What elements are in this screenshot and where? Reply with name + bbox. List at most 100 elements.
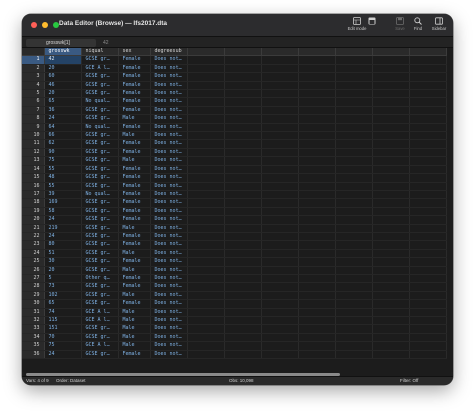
data-cell[interactable]: GCSE gr…: [81, 156, 119, 166]
data-cell[interactable]: Does not…: [150, 165, 188, 175]
table-row[interactable]: 27 5 Other q… Female Does not…: [22, 274, 447, 284]
row-number[interactable]: 23: [22, 240, 45, 250]
data-cell[interactable]: 48: [44, 173, 82, 183]
data-cell[interactable]: 20: [44, 64, 82, 74]
data-cell[interactable]: 24: [44, 215, 82, 225]
data-cell[interactable]: 36: [44, 106, 82, 116]
data-cell[interactable]: Female: [118, 274, 151, 284]
column-header[interactable]: grosswk: [44, 48, 82, 57]
data-cell[interactable]: 24: [44, 232, 82, 242]
row-number[interactable]: 3: [22, 72, 45, 82]
data-cell[interactable]: 24: [44, 114, 82, 124]
data-cell[interactable]: Female: [118, 55, 151, 65]
table-row[interactable]: 19 58 GCSE gr… Female Does not…: [22, 207, 447, 217]
table-row[interactable]: 22 24 GCSE gr… Female Does not…: [22, 232, 447, 242]
data-cell[interactable]: 90: [44, 148, 82, 158]
data-cell[interactable]: Does not…: [150, 282, 188, 292]
data-cell[interactable]: 74: [44, 308, 82, 318]
table-row[interactable]: 1 42 GCSE gr… Female Does not…: [22, 55, 447, 65]
row-number[interactable]: 24: [22, 249, 45, 259]
table-row[interactable]: 2 20 GCE A l… Female Does not…: [22, 64, 447, 74]
data-cell[interactable]: Does not…: [150, 123, 188, 133]
data-cell[interactable]: Female: [118, 350, 151, 360]
data-cell[interactable]: Female: [118, 139, 151, 149]
data-cell[interactable]: Does not…: [150, 81, 188, 91]
row-number[interactable]: 11: [22, 139, 45, 149]
table-row[interactable]: 10 66 GCSE gr… Male Does not…: [22, 131, 447, 141]
row-number[interactable]: 5: [22, 89, 45, 99]
data-cell[interactable]: GCSE gr…: [81, 114, 119, 124]
close-button[interactable]: [31, 22, 37, 28]
data-cell[interactable]: GCSE gr…: [81, 350, 119, 360]
data-cell[interactable]: Does not…: [150, 257, 188, 267]
data-cell[interactable]: Male: [118, 324, 151, 334]
table-row[interactable]: 11 62 GCSE gr… Female Does not…: [22, 139, 447, 149]
row-number[interactable]: 27: [22, 274, 45, 284]
data-cell[interactable]: 20: [44, 89, 82, 99]
data-cell[interactable]: Female: [118, 190, 151, 200]
row-number[interactable]: 32: [22, 316, 45, 326]
data-cell[interactable]: Female: [118, 257, 151, 267]
table-row[interactable]: 9 64 No qual… Female Does not…: [22, 123, 447, 133]
data-cell[interactable]: GCSE gr…: [81, 55, 119, 65]
data-cell[interactable]: 102: [44, 291, 82, 301]
data-cell[interactable]: Does not…: [150, 156, 188, 166]
data-cell[interactable]: Female: [118, 173, 151, 183]
data-cell[interactable]: GCSE gr…: [81, 249, 119, 259]
data-cell[interactable]: Male: [118, 224, 151, 233]
data-cell[interactable]: 20: [44, 266, 82, 275]
data-cell[interactable]: Does not…: [150, 106, 188, 116]
row-number[interactable]: 36: [22, 350, 45, 360]
table-row[interactable]: 3 60 GCSE gr… Female Does not…: [22, 72, 447, 82]
data-cell[interactable]: 65: [44, 299, 82, 309]
data-cell[interactable]: Does not…: [150, 139, 188, 149]
data-cell[interactable]: GCSE gr…: [81, 257, 119, 267]
row-number[interactable]: 12: [22, 148, 45, 158]
row-number[interactable]: 6: [22, 97, 45, 107]
data-cell[interactable]: 58: [44, 207, 82, 217]
data-cell[interactable]: GCSE gr…: [81, 139, 119, 149]
data-cell[interactable]: GCSE gr…: [81, 72, 119, 82]
cell-name-field[interactable]: grosswk[1]: [26, 38, 96, 47]
data-cell[interactable]: Does not…: [150, 198, 188, 208]
row-number[interactable]: 10: [22, 131, 45, 141]
column-header[interactable]: degreesub: [150, 48, 188, 57]
data-cell[interactable]: GCSE gr…: [81, 106, 119, 116]
table-row[interactable]: 23 80 GCSE gr… Female Does not…: [22, 240, 447, 250]
data-cell[interactable]: Female: [118, 97, 151, 107]
data-cell[interactable]: Does not…: [150, 232, 188, 242]
data-cell[interactable]: Female: [118, 240, 151, 250]
data-cell[interactable]: Does not…: [150, 114, 188, 124]
data-cell[interactable]: Female: [118, 207, 151, 217]
data-cell[interactable]: Does not…: [150, 173, 188, 183]
data-cell[interactable]: GCSE gr…: [81, 81, 119, 91]
table-row[interactable]: 33 151 GCSE gr… Male Does not…: [22, 324, 447, 334]
data-cell[interactable]: GCSE gr…: [81, 266, 119, 275]
data-cell[interactable]: Male: [118, 131, 151, 141]
row-number[interactable]: 1: [22, 55, 45, 65]
table-row[interactable]: 17 39 No qual… Female Does not…: [22, 190, 447, 200]
data-cell[interactable]: Does not…: [150, 182, 188, 191]
data-cell[interactable]: Female: [118, 81, 151, 91]
data-cell[interactable]: Male: [118, 308, 151, 318]
column-header[interactable]: sex: [118, 48, 151, 57]
column-header[interactable]: niqual: [81, 48, 119, 57]
data-cell[interactable]: 55: [44, 165, 82, 175]
data-cell[interactable]: 60: [44, 72, 82, 82]
data-cell[interactable]: Does not…: [150, 55, 188, 65]
data-cell[interactable]: GCE A l…: [81, 64, 119, 74]
data-cell[interactable]: Male: [118, 249, 151, 259]
table-row[interactable]: 6 65 No qual… Female Does not…: [22, 97, 447, 107]
data-cell[interactable]: 169: [44, 198, 82, 208]
data-cell[interactable]: GCE A l…: [81, 316, 119, 326]
data-cell[interactable]: GCSE gr…: [81, 240, 119, 250]
data-cell[interactable]: No qual…: [81, 123, 119, 133]
data-cell[interactable]: Does not…: [150, 224, 188, 233]
data-cell[interactable]: No qual…: [81, 190, 119, 200]
data-cell[interactable]: GCSE gr…: [81, 324, 119, 334]
data-cell[interactable]: GCSE gr…: [81, 165, 119, 175]
table-row[interactable]: 36 24 GCSE gr… Female Does not…: [22, 350, 447, 360]
data-cell[interactable]: Does not…: [150, 266, 188, 275]
data-cell[interactable]: 80: [44, 240, 82, 250]
data-cell[interactable]: Female: [118, 215, 151, 225]
